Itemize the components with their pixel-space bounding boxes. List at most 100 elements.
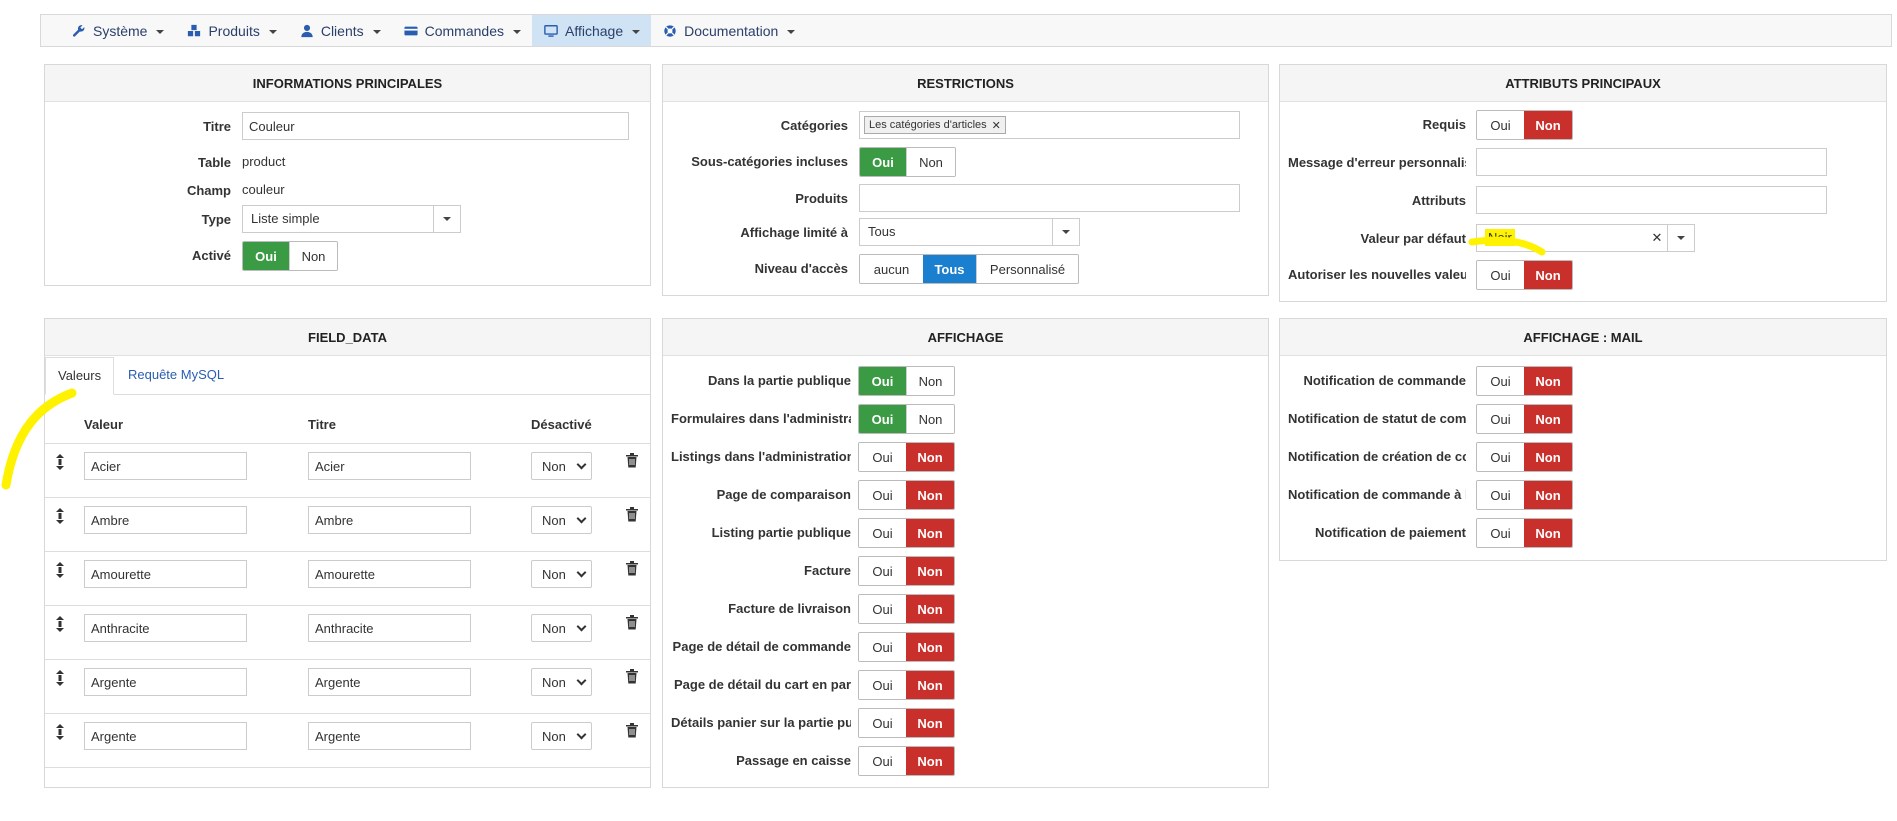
drag-handle-icon[interactable] (53, 508, 67, 524)
oui-non-toggle[interactable]: Oui Non (1476, 404, 1573, 434)
requis-toggle[interactable]: Oui Non (1476, 110, 1573, 140)
toggle-oui[interactable]: Oui (859, 405, 906, 433)
valeur-input[interactable] (84, 668, 247, 696)
subcat-toggle[interactable]: Oui Non (859, 147, 956, 177)
toggle-oui[interactable]: Oui (859, 633, 906, 661)
autoriser-toggle[interactable]: Oui Non (1476, 260, 1573, 290)
nav-produits[interactable]: Produits (175, 15, 287, 46)
toggle-oui[interactable]: Oui (859, 671, 906, 699)
defaut-select[interactable]: Noir ✕ (1476, 224, 1695, 252)
titre-input[interactable] (308, 452, 471, 480)
oui-non-toggle[interactable]: Oui Non (1476, 442, 1573, 472)
clear-icon[interactable]: ✕ (1647, 225, 1667, 251)
toggle-non[interactable]: Non (1524, 481, 1572, 509)
toggle-non[interactable]: Non (289, 242, 337, 270)
active-toggle[interactable]: Oui Non (242, 241, 338, 271)
dropdown-button[interactable] (433, 206, 460, 232)
oui-non-toggle[interactable]: Oui Non (1476, 518, 1573, 548)
toggle-oui[interactable]: Oui (859, 747, 906, 775)
toggle-oui[interactable]: Oui (859, 367, 906, 395)
toggle-oui[interactable]: Oui (860, 148, 906, 176)
oui-non-toggle[interactable]: Oui Non (858, 404, 955, 434)
toggle-non[interactable]: Non (1524, 519, 1572, 547)
desactive-select[interactable]: Non (531, 560, 592, 588)
toggle-oui[interactable]: Oui (859, 557, 906, 585)
toggle-oui[interactable]: Oui (243, 242, 289, 270)
drag-handle-icon[interactable] (53, 670, 67, 686)
toggle-non[interactable]: Non (906, 709, 954, 737)
oui-non-toggle[interactable]: Oui Non (858, 518, 955, 548)
oui-non-toggle[interactable]: Oui Non (858, 366, 955, 396)
toggle-oui[interactable]: Oui (1477, 481, 1524, 509)
dropdown-button[interactable] (1052, 219, 1079, 245)
toggle-non[interactable]: Non (906, 671, 954, 699)
drag-handle-icon[interactable] (53, 562, 67, 578)
toggle-oui[interactable]: Oui (1477, 405, 1524, 433)
valeur-input[interactable] (84, 506, 247, 534)
trash-icon[interactable] (625, 668, 639, 684)
produits-input[interactable] (859, 184, 1240, 212)
message-input[interactable] (1476, 148, 1827, 176)
toggle-non[interactable]: Non (906, 443, 954, 471)
oui-non-toggle[interactable]: Oui Non (1476, 366, 1573, 396)
drag-handle-icon[interactable] (53, 724, 67, 740)
attributs-input[interactable] (1476, 186, 1827, 214)
categories-field[interactable]: Les catégories d'articles ✕ (859, 111, 1240, 139)
trash-icon[interactable] (625, 614, 639, 630)
desactive-select[interactable]: Non (531, 506, 592, 534)
toggle-oui[interactable]: Oui (1477, 261, 1524, 289)
tab-requete-mysql[interactable]: Requête MySQL (116, 357, 236, 395)
valeur-input[interactable] (84, 452, 247, 480)
nav-commandes[interactable]: Commandes (392, 15, 532, 46)
oui-non-toggle[interactable]: Oui Non (858, 442, 955, 472)
toggle-oui[interactable]: Oui (1477, 367, 1524, 395)
toggle-oui[interactable]: Oui (859, 481, 906, 509)
toggle-non[interactable]: Non (906, 148, 955, 176)
toggle-non[interactable]: Non (906, 367, 954, 395)
titre-input[interactable] (308, 560, 471, 588)
niveau-aucun[interactable]: aucun (860, 255, 923, 283)
trash-icon[interactable] (625, 506, 639, 522)
oui-non-toggle[interactable]: Oui Non (858, 480, 955, 510)
toggle-non[interactable]: Non (1524, 111, 1572, 139)
desactive-select[interactable]: Non (531, 668, 592, 696)
toggle-oui[interactable]: Oui (859, 595, 906, 623)
toggle-non[interactable]: Non (1524, 367, 1572, 395)
niveau-personnalise[interactable]: Personnalisé (976, 255, 1078, 283)
dropdown-button[interactable] (1667, 225, 1694, 251)
valeur-input[interactable] (84, 614, 247, 642)
titre-input[interactable] (242, 112, 629, 140)
oui-non-toggle[interactable]: Oui Non (858, 594, 955, 624)
oui-non-toggle[interactable]: Oui Non (858, 670, 955, 700)
desactive-select[interactable]: Non (531, 614, 592, 642)
toggle-non[interactable]: Non (906, 595, 954, 623)
toggle-oui[interactable]: Oui (1477, 111, 1524, 139)
drag-handle-icon[interactable] (53, 454, 67, 470)
nav-clients[interactable]: Clients (288, 15, 392, 46)
oui-non-toggle[interactable]: Oui Non (858, 708, 955, 738)
type-select[interactable]: Liste simple (242, 205, 461, 233)
toggle-non[interactable]: Non (906, 405, 954, 433)
toggle-non[interactable]: Non (1524, 405, 1572, 433)
oui-non-toggle[interactable]: Oui Non (858, 632, 955, 662)
toggle-non[interactable]: Non (1524, 261, 1572, 289)
toggle-oui[interactable]: Oui (859, 443, 906, 471)
trash-icon[interactable] (625, 722, 639, 738)
trash-icon[interactable] (625, 560, 639, 576)
valeur-input[interactable] (84, 560, 247, 588)
nav-systeme[interactable]: Système (41, 15, 175, 46)
toggle-oui[interactable]: Oui (859, 709, 906, 737)
remove-tag-icon[interactable]: ✕ (992, 119, 1001, 132)
drag-handle-icon[interactable] (53, 616, 67, 632)
toggle-non[interactable]: Non (906, 481, 954, 509)
affichage-select[interactable]: Tous (859, 218, 1080, 246)
niveau-toggle[interactable]: aucun Tous Personnalisé (859, 254, 1079, 284)
valeur-input[interactable] (84, 722, 247, 750)
titre-input[interactable] (308, 506, 471, 534)
nav-documentation[interactable]: Documentation (651, 15, 806, 46)
desactive-select[interactable]: Non (531, 452, 592, 480)
oui-non-toggle[interactable]: Oui Non (858, 746, 955, 776)
titre-input[interactable] (308, 614, 471, 642)
nav-affichage[interactable]: Affichage (532, 15, 652, 46)
trash-icon[interactable] (625, 452, 639, 468)
